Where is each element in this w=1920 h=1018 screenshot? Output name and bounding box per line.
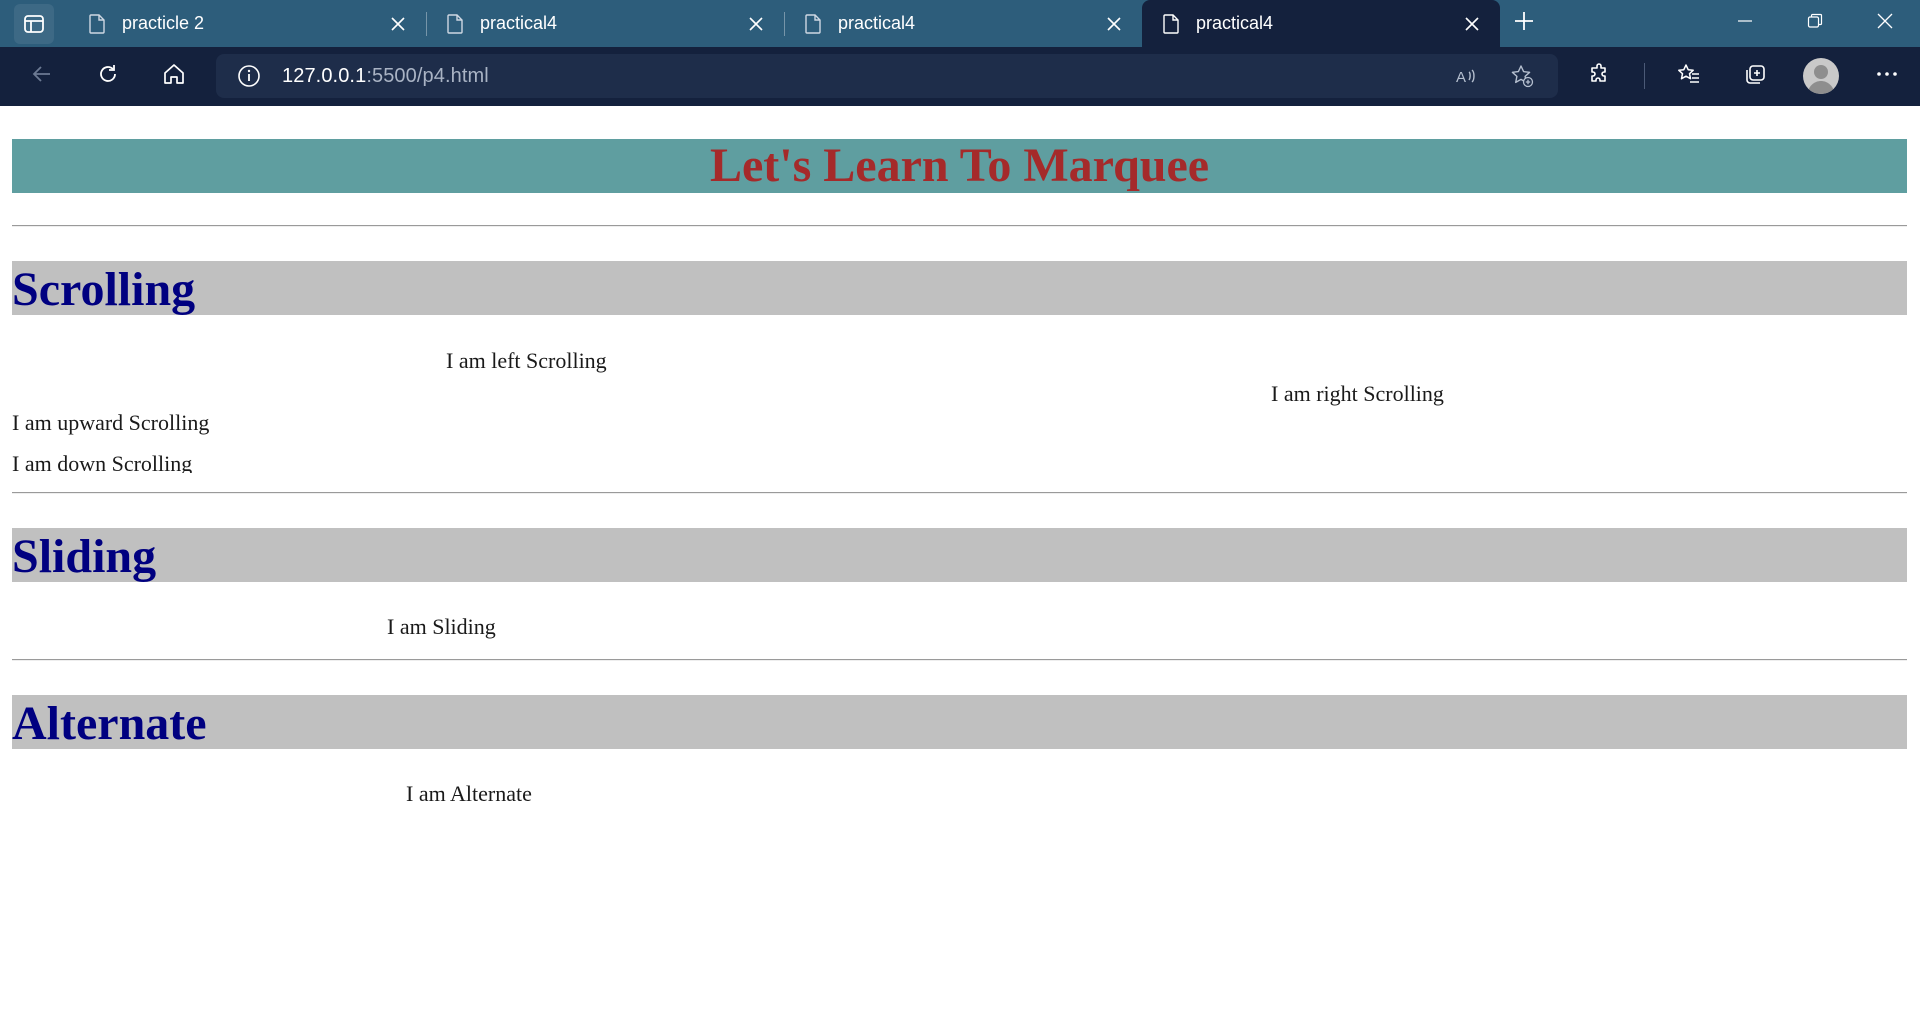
- home-button[interactable]: [152, 54, 196, 98]
- close-icon[interactable]: [742, 10, 770, 38]
- tab-title: practicle 2: [122, 13, 205, 33]
- svg-text:A: A: [1456, 69, 1466, 86]
- tab-title: practical4: [838, 13, 916, 33]
- profile-button[interactable]: [1799, 54, 1843, 98]
- page-content: Let's Learn To Marquee Scrolling I am le…: [0, 106, 1920, 1018]
- tab-practical4-2[interactable]: practical4: [784, 0, 1142, 47]
- back-arrow-icon[interactable]: [30, 62, 54, 91]
- collections-button[interactable]: [1733, 54, 1777, 98]
- window-close-button[interactable]: [1850, 0, 1920, 47]
- restore-button[interactable]: [1780, 0, 1850, 47]
- close-icon[interactable]: [1877, 13, 1893, 34]
- tab-practical4-active[interactable]: practical4: [1142, 0, 1500, 47]
- marquee-down-clip: I am down Scrolling: [12, 451, 412, 473]
- minimize-icon[interactable]: [1737, 13, 1753, 34]
- profile-icon[interactable]: [1803, 58, 1839, 94]
- divider: [12, 659, 1907, 661]
- read-aloud-icon[interactable]: A: [1444, 54, 1488, 98]
- marquee-upward-text: I am upward Scrolling: [12, 410, 210, 435]
- minimize-button[interactable]: [1710, 0, 1780, 47]
- tab-practicle-2[interactable]: practicle 2: [68, 0, 426, 47]
- document-icon: [86, 13, 108, 35]
- document-icon: [1160, 13, 1182, 35]
- url-host: 127.0.0.1: [282, 64, 367, 87]
- add-favorite-icon[interactable]: [1500, 54, 1544, 98]
- tab-actions-icon[interactable]: [14, 3, 54, 44]
- marquee-left-text: I am left Scrolling: [446, 348, 607, 373]
- restore-icon[interactable]: [1807, 13, 1823, 34]
- tab-title: practical4: [1196, 13, 1274, 33]
- document-icon: [802, 13, 824, 35]
- plus-icon[interactable]: [1513, 10, 1535, 37]
- more-icon[interactable]: [1875, 62, 1899, 91]
- marquee-sliding-text: I am Sliding: [387, 614, 496, 639]
- tab-strip: practicle 2 practical4 practical4 practi…: [0, 0, 1920, 47]
- extensions-button[interactable]: [1578, 54, 1622, 98]
- favorites-button[interactable]: [1667, 54, 1711, 98]
- more-button[interactable]: [1865, 54, 1909, 98]
- close-icon[interactable]: [1100, 10, 1128, 38]
- toolbar-separator: [1644, 63, 1645, 89]
- puzzle-icon[interactable]: [1588, 62, 1612, 91]
- page-title-banner: Let's Learn To Marquee: [12, 139, 1907, 193]
- refresh-button[interactable]: [86, 54, 130, 98]
- section-heading-sliding: Sliding: [12, 528, 1907, 583]
- window-controls: [1710, 0, 1920, 47]
- toolbar-right-group: [1578, 54, 1909, 98]
- marquee-alternate-text: I am Alternate: [406, 781, 532, 806]
- divider: [12, 225, 1907, 227]
- url-path: :5500/p4.html: [366, 64, 489, 87]
- marquee-right-text: I am right Scrolling: [1271, 381, 1444, 406]
- document-icon: [444, 13, 466, 35]
- refresh-icon[interactable]: [96, 62, 120, 91]
- section-heading-scrolling: Scrolling: [12, 261, 1907, 316]
- new-tab-button[interactable]: [1500, 0, 1548, 47]
- browser-toolbar: 127.0.0.1:5500/p4.html A: [0, 47, 1920, 106]
- url-text[interactable]: 127.0.0.1:5500/p4.html: [282, 65, 489, 88]
- collections-icon[interactable]: [1743, 62, 1767, 91]
- back-button[interactable]: [20, 54, 64, 98]
- info-icon[interactable]: [224, 54, 274, 98]
- section-heading-alternate: Alternate: [12, 695, 1907, 750]
- tab-practical4-1[interactable]: practical4: [426, 0, 784, 47]
- tab-actions[interactable]: [0, 0, 68, 47]
- marquee-down-text: I am down Scrolling: [12, 451, 193, 473]
- close-icon[interactable]: [384, 10, 412, 38]
- divider: [12, 492, 1907, 494]
- home-icon[interactable]: [162, 62, 186, 91]
- address-bar[interactable]: 127.0.0.1:5500/p4.html A: [216, 54, 1558, 98]
- address-bar-actions: A: [1444, 54, 1544, 98]
- favorites-icon[interactable]: [1677, 62, 1701, 91]
- tab-title: practical4: [480, 13, 558, 33]
- close-icon[interactable]: [1458, 10, 1486, 38]
